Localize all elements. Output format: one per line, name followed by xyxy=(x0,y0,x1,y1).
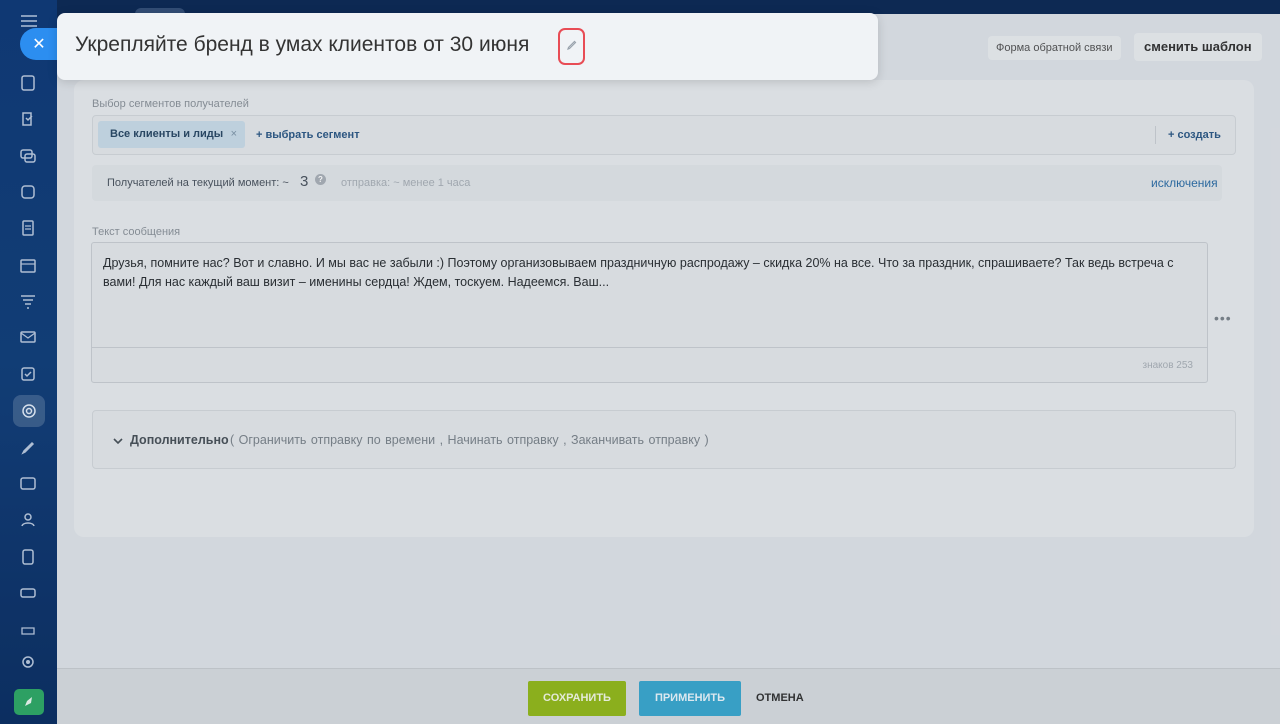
chat-icon[interactable] xyxy=(17,145,39,167)
exclusions-link[interactable]: исключения xyxy=(1151,176,1218,190)
additional-settings-options: ( Ограничить отправку по времени , Начин… xyxy=(230,433,709,447)
feed-icon[interactable] xyxy=(17,72,39,94)
chip-remove-icon[interactable]: × xyxy=(231,121,237,148)
schedule-icon[interactable] xyxy=(17,254,39,276)
divider xyxy=(92,347,1207,348)
apply-button[interactable]: ПРИМЕНИТЬ xyxy=(639,681,741,716)
filter-icon[interactable] xyxy=(17,290,39,312)
more-options-icon[interactable]: ••• xyxy=(1214,310,1232,326)
rocket-icon[interactable] xyxy=(14,689,44,715)
close-icon: ✕ xyxy=(32,36,46,53)
recipients-count: 3 xyxy=(300,173,309,190)
cancel-button[interactable]: ОТМЕНА xyxy=(756,692,804,704)
change-template-button[interactable]: сменить шаблон xyxy=(1134,33,1262,61)
document-icon[interactable] xyxy=(17,546,39,568)
inventory-icon[interactable] xyxy=(17,582,39,604)
robot-icon[interactable] xyxy=(17,618,39,640)
pencil-icon xyxy=(566,38,578,56)
close-button[interactable]: ✕ xyxy=(20,28,58,60)
page-title: Укрепляйте бренд в умах клиентов от 30 и… xyxy=(75,33,530,56)
create-segment-link[interactable]: + создать xyxy=(1168,129,1221,141)
segment-chip[interactable]: Все клиенты и лиды × xyxy=(98,121,245,148)
contact-card-icon[interactable] xyxy=(17,473,39,495)
select-segment-link[interactable]: + выбрать сегмент xyxy=(256,129,360,141)
mail-icon[interactable] xyxy=(17,326,39,348)
additional-settings-title[interactable]: Дополнительно xyxy=(130,433,229,447)
chevron-down-icon[interactable] xyxy=(113,433,123,445)
message-text: Друзья, помните нас? Вот и славно. И мы … xyxy=(103,256,1174,289)
message-label: Текст сообщения xyxy=(92,226,181,238)
calendar-icon[interactable] xyxy=(17,181,39,203)
send-time-estimate: отправка: ~ менее 1 часа xyxy=(341,177,471,189)
marketing-target-icon[interactable] xyxy=(13,395,45,427)
save-button[interactable]: СОХРАНИТЬ xyxy=(528,681,626,716)
help-icon[interactable]: ? xyxy=(315,174,326,185)
feedback-form-button[interactable]: Форма обратной связи xyxy=(988,36,1121,60)
divider xyxy=(1155,126,1156,144)
segments-label: Выбор сегментов получателей xyxy=(92,98,249,110)
segment-chip-label: Все клиенты и лиды xyxy=(110,128,224,140)
recipients-label: Получателей на текущий момент: ~ xyxy=(107,177,289,189)
checkbox-icon[interactable] xyxy=(17,363,39,385)
edit-title-button[interactable] xyxy=(558,28,585,65)
docs-icon[interactable] xyxy=(17,217,39,239)
char-counter: знаков 253 xyxy=(1142,360,1194,371)
pen-icon[interactable] xyxy=(17,437,39,459)
left-navigation-rail xyxy=(0,0,57,724)
users-icon[interactable] xyxy=(17,509,39,531)
tasks-icon[interactable] xyxy=(17,108,39,130)
settings-gear-icon[interactable] xyxy=(17,651,39,673)
